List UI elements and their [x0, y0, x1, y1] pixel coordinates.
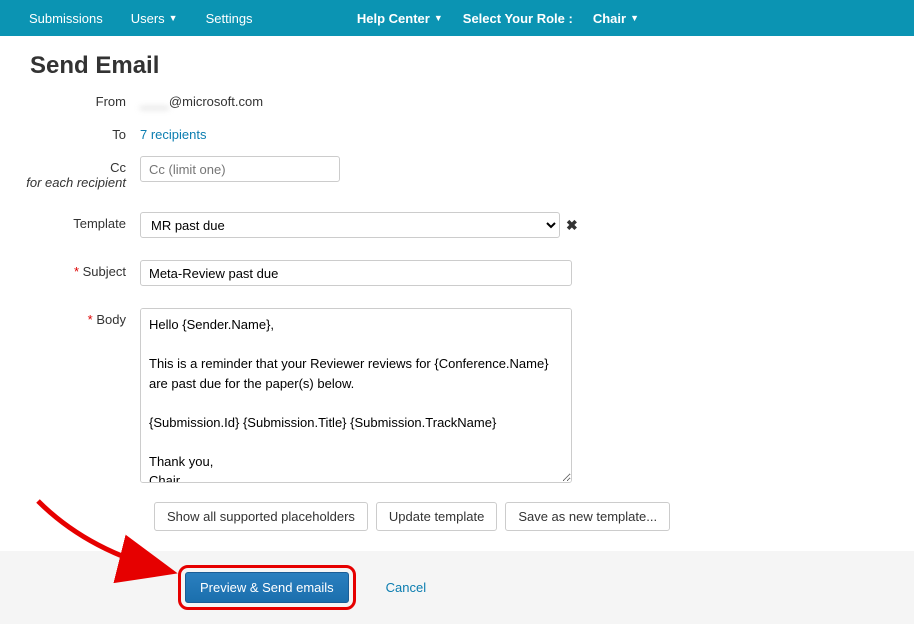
cc-sublabel: for each recipient — [26, 175, 126, 190]
nav-center: Help Center ▼ Select Your Role : Chair ▼ — [347, 3, 649, 34]
nav-users-label: Users — [131, 11, 165, 26]
nav-users[interactable]: Users ▼ — [117, 3, 192, 34]
nav-left: Submissions Users ▼ Settings — [15, 3, 267, 34]
role-label: Select Your Role : — [457, 11, 579, 26]
template-select[interactable]: MR past due — [140, 212, 560, 238]
to-recipients-link[interactable]: 7 recipients — [140, 123, 206, 142]
cc-label-block: Cc for each recipient — [0, 156, 140, 190]
from-row: From ____@microsoft.com — [0, 90, 914, 109]
template-row: Template MR past due ✖ — [0, 212, 914, 238]
caret-down-icon: ▼ — [434, 13, 443, 23]
subject-input[interactable] — [140, 260, 572, 286]
template-buttons: Show all supported placeholders Update t… — [154, 502, 914, 531]
cc-input[interactable] — [140, 156, 340, 182]
body-textarea[interactable] — [140, 308, 572, 483]
subject-label-text: Subject — [83, 264, 126, 279]
from-value: ____@microsoft.com — [140, 90, 263, 109]
nav-help-center-label: Help Center — [357, 11, 430, 26]
to-label: To — [0, 123, 140, 142]
top-navbar: Submissions Users ▼ Settings Help Center… — [0, 0, 914, 36]
from-value-domain: @microsoft.com — [169, 94, 263, 109]
nav-submissions[interactable]: Submissions — [15, 3, 117, 34]
body-row: * Body — [0, 308, 914, 486]
from-value-redacted: ____ — [140, 94, 169, 109]
body-label: * Body — [0, 308, 140, 327]
show-placeholders-button[interactable]: Show all supported placeholders — [154, 502, 368, 531]
role-selector[interactable]: Chair ▼ — [583, 3, 649, 34]
cc-row: Cc for each recipient — [0, 156, 914, 190]
preview-send-button[interactable]: Preview & Send emails — [185, 572, 349, 603]
remove-template-icon[interactable]: ✖ — [566, 217, 578, 234]
required-asterisk: * — [88, 312, 93, 327]
to-row: To 7 recipients — [0, 123, 914, 142]
subject-label: * Subject — [0, 260, 140, 279]
caret-down-icon: ▼ — [169, 13, 178, 23]
role-value: Chair — [593, 11, 626, 26]
required-asterisk: * — [74, 264, 79, 279]
update-template-button[interactable]: Update template — [376, 502, 497, 531]
cancel-link[interactable]: Cancel — [386, 580, 426, 595]
from-label: From — [0, 90, 140, 109]
preview-send-highlight: Preview & Send emails — [178, 565, 356, 610]
save-as-new-template-button[interactable]: Save as new template... — [505, 502, 670, 531]
template-label: Template — [0, 212, 140, 231]
nav-help-center[interactable]: Help Center ▼ — [347, 3, 453, 34]
footer-bar: Preview & Send emails Cancel — [0, 551, 914, 624]
body-label-text: Body — [96, 312, 126, 327]
caret-down-icon: ▼ — [630, 13, 639, 23]
cc-label: Cc — [110, 160, 126, 175]
subject-row: * Subject — [0, 260, 914, 286]
nav-settings[interactable]: Settings — [192, 3, 267, 34]
page-title: Send Email — [0, 36, 914, 90]
